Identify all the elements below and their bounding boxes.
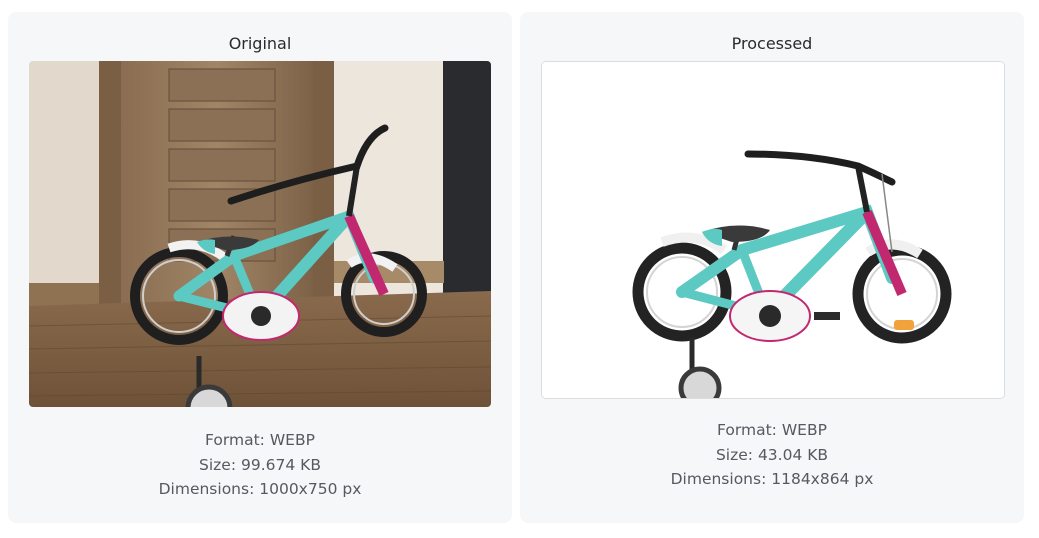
size-value: 43.04 KB — [757, 445, 829, 464]
format-value: WEBP — [269, 431, 315, 449]
dimensions-label: Dimensions: — [670, 470, 767, 488]
processed-size-line: Size: 43.04 KB — [520, 443, 1024, 468]
original-meta: Format: WEBP Size: 99.674 KB Dimensions:… — [8, 428, 512, 502]
processed-format-line: Format: WEBP — [520, 418, 1024, 443]
original-format-line: Format: WEBP — [8, 428, 512, 453]
size-label: Size: — [715, 445, 753, 464]
processed-panel: Processed Format: WEBP Size: 43.04 KB Di… — [520, 12, 1024, 523]
original-panel: Original Format: WEBP Size: 99.674 KB Di… — [8, 12, 512, 523]
processed-dimensions-line: Dimensions: 1184x864 px — [520, 467, 1024, 492]
original-image — [29, 61, 491, 407]
size-value: 99.674 KB — [241, 455, 321, 474]
size-label: Size: — [199, 455, 237, 474]
format-label: Format: — [717, 421, 777, 439]
panel-title-original: Original — [228, 34, 292, 53]
original-dimensions-line: Dimensions: 1000x750 px — [8, 477, 512, 502]
original-size-line: Size: 99.674 KB — [8, 453, 512, 478]
comparison-view: Original Format: WEBP Size: 99.674 KB Di… — [0, 0, 1039, 538]
format-value: WEBP — [781, 421, 827, 439]
dimensions-value: 1000x750 px — [259, 480, 362, 498]
panel-title-processed: Processed — [731, 34, 813, 53]
processed-image — [541, 61, 1005, 399]
format-label: Format: — [205, 431, 265, 449]
dimensions-label: Dimensions: — [158, 480, 255, 498]
dimensions-value: 1184x864 px — [771, 470, 874, 488]
processed-meta: Format: WEBP Size: 43.04 KB Dimensions: … — [520, 418, 1024, 492]
